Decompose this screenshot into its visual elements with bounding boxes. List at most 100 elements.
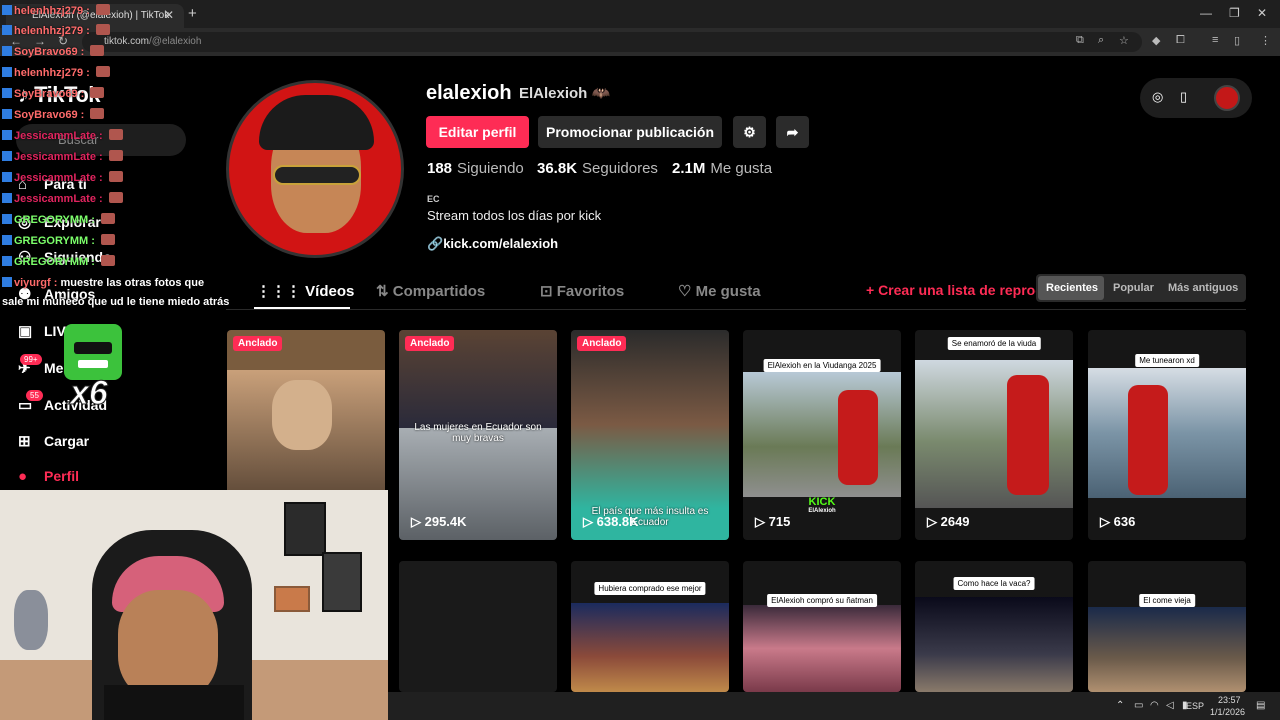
video-caption: Como hace la vaca? [953, 577, 1035, 590]
cast-icon[interactable]: ⧉ [1076, 34, 1084, 47]
video-card[interactable]: Se enamoró de la viuda ▷ 2649 [915, 330, 1073, 540]
chat-badge-icon [2, 256, 12, 266]
chat-emote-icon [90, 45, 105, 56]
sidebar-item-profile[interactable]: ● Perfil [18, 468, 79, 485]
chat-badge-icon [2, 277, 12, 287]
chat-badge-icon [2, 109, 12, 119]
bookmark-star-icon[interactable]: ☆ [1119, 34, 1129, 47]
chat-emote-icon [108, 171, 123, 182]
kick-watermark: KICK ElAlexioh [808, 496, 836, 515]
live-icon: ▣ [18, 323, 33, 340]
chat-badge-icon [2, 214, 12, 224]
zoom-icon[interactable]: ⌕ [1098, 34, 1104, 47]
profile-link[interactable]: 🔗kick.com/elalexioh [427, 236, 558, 252]
chat-username: SoyBravo69 : [14, 88, 88, 100]
chat-username: GREGORYMM : [14, 235, 98, 247]
puzzle-icon[interactable]: ⧠ [1176, 34, 1185, 47]
sort-oldest[interactable]: Más antiguos [1168, 282, 1238, 294]
view-count: ▷ 295.4K [411, 514, 467, 529]
chat-message: helenhhzj279 : [2, 4, 110, 17]
extension-icon[interactable]: ◆ [1152, 34, 1160, 47]
video-card[interactable]: Me tunearon xd ▷ 636 [1088, 330, 1246, 540]
chat-emote-icon [90, 87, 105, 98]
tray-chevron-icon[interactable]: ⌃ [1116, 700, 1124, 711]
view-count: ▷ 715 [755, 514, 791, 529]
video-card[interactable]: Como hace la vaca? [915, 561, 1073, 692]
chat-emote-icon [95, 4, 110, 15]
chat-emote-icon [108, 129, 123, 140]
play-icon: ▷ [755, 514, 769, 529]
chat-username: JessicammLate : [14, 193, 106, 205]
share-arrow-icon[interactable]: ➦ [776, 116, 809, 148]
menu-icon[interactable]: ⋮ [1260, 34, 1271, 47]
video-card[interactable]: ElAlexioh en la Viudanga 2025 KICK ElAlex… [743, 330, 901, 540]
chat-username: helenhhzj279 : [14, 25, 93, 37]
chat-badge-icon [2, 46, 12, 56]
messages-badge: 99+ [20, 354, 42, 365]
video-card[interactable]: Anclado Las mujeres en Ecuador son muy b… [399, 330, 557, 540]
chat-message: JessicammLate : [2, 171, 123, 184]
profile-username: elalexioh [426, 82, 512, 104]
tab-favorites[interactable]: ⊡ Favoritos [540, 282, 624, 300]
profile-bio: Stream todos los días por kick [427, 208, 602, 223]
link-icon: 🔗 [427, 236, 444, 251]
sort-popular[interactable]: Popular [1113, 282, 1154, 294]
sort-recent[interactable]: Recientes [1038, 276, 1104, 300]
chat-emote-icon [95, 24, 110, 35]
minimize-icon[interactable]: — [1200, 6, 1212, 20]
chat-emote-icon [90, 108, 105, 119]
play-icon: ▷ [411, 514, 425, 529]
tab-liked[interactable]: ♡ Me gusta [678, 282, 761, 300]
chat-badge-icon [2, 235, 12, 245]
video-caption: ElAlexioh compró su ñatman [767, 594, 877, 607]
video-card[interactable] [399, 561, 557, 692]
promote-post-button[interactable]: Promocionar publicación [538, 116, 722, 148]
network-icon[interactable]: ▭ [1134, 700, 1143, 711]
restore-icon[interactable]: ❐ [1229, 6, 1240, 20]
chat-message: GREGORYMM : [2, 255, 115, 268]
tab-shared[interactable]: ⇅ Compartidos [376, 282, 485, 300]
video-card[interactable]: Hubiera comprado ese mejor [571, 561, 729, 692]
clock-time: 23:57 [1218, 695, 1241, 705]
close-window-icon[interactable]: ✕ [1257, 6, 1267, 20]
wifi-icon[interactable]: ◠ [1150, 700, 1159, 711]
chat-username: helenhhzj279 : [14, 67, 93, 79]
edit-profile-button[interactable]: Editar perfil [426, 116, 529, 148]
video-card[interactable]: ElAlexioh compró su ñatman [743, 561, 901, 692]
settings-gear-icon[interactable]: ⚙ [733, 116, 766, 148]
avatar-glasses [273, 165, 361, 185]
chat-badge-icon [2, 88, 12, 98]
coins-icon[interactable]: ◎ [1152, 89, 1163, 105]
chat-message: viyurgf : muestre las otras fotos que [2, 277, 204, 289]
video-card[interactable]: Anclado El país que más insulta es Ecuad… [571, 330, 729, 540]
chat-message: helenhhzj279 : [2, 66, 110, 79]
streamer-webcam [0, 490, 388, 720]
video-card[interactable]: El come vieja [1088, 561, 1246, 692]
chat-badge-icon [2, 5, 12, 15]
stat-following[interactable]: 188 Siguiendo [427, 160, 524, 177]
tab-videos[interactable]: ⋮⋮⋮ Vídeos [256, 282, 354, 300]
media-icon[interactable]: ≡ [1212, 34, 1218, 46]
chat-username: viyurgf : [14, 277, 61, 289]
bookmark-icon: ⊡ [540, 283, 557, 300]
chat-badge-icon [2, 25, 12, 35]
notification-icon[interactable]: ▤ [1256, 700, 1265, 711]
chat-username: JessicammLate : [14, 172, 106, 184]
chat-emote-icon [100, 213, 115, 224]
chat-message: GREGORYMM : [2, 234, 115, 247]
chat-badge-icon [2, 151, 12, 161]
profile-nickname: ElAlexioh 🦇 [519, 85, 611, 102]
pinned-badge: Anclado [233, 336, 283, 351]
stat-followers[interactable]: 36.8K Seguidores [537, 160, 658, 177]
chat-message: GREGORYMM : [2, 213, 115, 226]
chat-message: sale mi muñeco que ud le tiene miedo atr… [2, 296, 229, 308]
phone-icon[interactable]: ▯ [1180, 89, 1187, 105]
play-icon: ▷ [927, 514, 941, 529]
language-indicator[interactable]: ESP [1186, 701, 1204, 711]
video-caption: ElAlexioh en la Viudanga 2025 [763, 359, 881, 372]
volume-icon[interactable]: ◁ [1166, 700, 1174, 711]
sidepanel-icon[interactable]: ▯ [1234, 34, 1240, 47]
user-avatar[interactable] [1214, 85, 1240, 111]
sidebar-item-upload[interactable]: ⊞ Cargar [18, 432, 89, 450]
chat-emote-icon [95, 66, 110, 77]
